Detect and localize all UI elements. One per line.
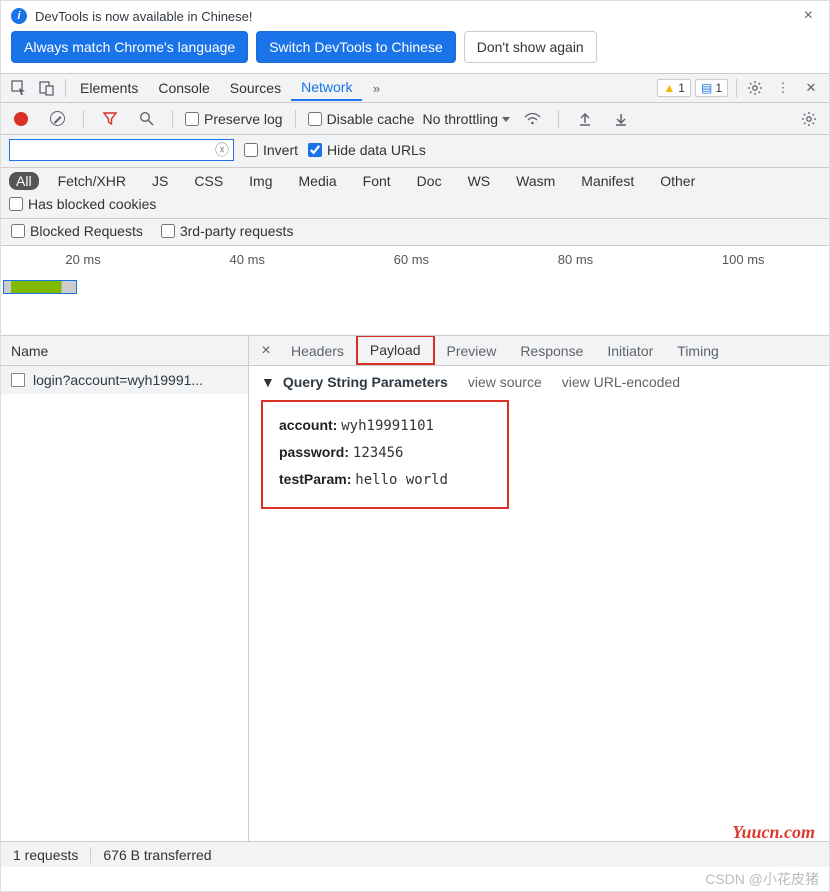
tab-timing[interactable]: Timing (665, 338, 731, 364)
timeline-overview[interactable]: 20 ms 40 ms 60 ms 80 ms 100 ms (1, 246, 829, 336)
upload-icon[interactable] (571, 106, 599, 132)
tab-payload[interactable]: Payload (356, 335, 435, 365)
blocked-requests-checkbox[interactable]: Blocked Requests (11, 223, 143, 239)
type-fetchxhr[interactable]: Fetch/XHR (51, 172, 133, 190)
section-title: Query String Parameters (283, 374, 448, 390)
timeline-request-bar (3, 280, 77, 294)
search-icon[interactable] (132, 106, 160, 132)
type-media[interactable]: Media (292, 172, 344, 190)
tick: 60 ms (394, 252, 429, 267)
messages-badge[interactable]: ▤1 (695, 79, 728, 97)
type-manifest[interactable]: Manifest (574, 172, 641, 190)
clear-icon[interactable] (43, 106, 71, 132)
tab-network[interactable]: Network (291, 75, 362, 101)
view-url-encoded-link[interactable]: view URL-encoded (562, 374, 680, 390)
watermark: Yuucn.com (732, 822, 815, 843)
watermark: CSDN @小花皮猪 (705, 869, 819, 889)
document-icon (11, 373, 25, 387)
kebab-menu-icon[interactable]: ⋮ (769, 75, 797, 101)
param-row: testParam: hello world (279, 466, 491, 493)
divider (736, 79, 737, 97)
network-settings-gear-icon[interactable] (795, 106, 823, 132)
divider (295, 110, 296, 128)
close-details-icon[interactable]: × (253, 342, 279, 360)
divider (90, 847, 91, 863)
tab-initiator[interactable]: Initiator (595, 338, 665, 364)
tab-console[interactable]: Console (148, 76, 219, 100)
section-toggle-icon[interactable]: ▼ (261, 374, 275, 390)
type-font[interactable]: Font (356, 172, 398, 190)
infobar-close-icon[interactable]: × (798, 7, 819, 25)
request-name: login?account=wyh19991... (33, 372, 203, 388)
tab-elements[interactable]: Elements (70, 76, 148, 100)
type-all[interactable]: All (9, 172, 39, 190)
throttling-dropdown[interactable]: No throttling (423, 111, 510, 127)
settings-gear-icon[interactable] (741, 75, 769, 101)
device-toggle-icon[interactable] (33, 75, 61, 101)
tick: 20 ms (65, 252, 100, 267)
tick: 40 ms (230, 252, 265, 267)
infobar-text: DevTools is now available in Chinese! (35, 9, 253, 24)
type-js[interactable]: JS (145, 172, 175, 190)
hide-data-urls-checkbox[interactable]: Hide data URLs (308, 142, 426, 158)
request-row[interactable]: login?account=wyh19991... (1, 366, 248, 394)
status-requests: 1 requests (13, 847, 78, 863)
type-ws[interactable]: WS (461, 172, 498, 190)
filter-funnel-icon[interactable] (96, 106, 124, 132)
name-column-header[interactable]: Name (1, 336, 248, 366)
invert-checkbox[interactable]: Invert (244, 142, 298, 158)
warnings-badge[interactable]: ▲1 (657, 79, 691, 97)
type-other[interactable]: Other (653, 172, 702, 190)
type-wasm[interactable]: Wasm (509, 172, 562, 190)
info-icon: i (11, 8, 27, 24)
tab-response[interactable]: Response (508, 338, 595, 364)
type-css[interactable]: CSS (187, 172, 230, 190)
disable-cache-checkbox[interactable]: Disable cache (308, 111, 415, 127)
divider (172, 110, 173, 128)
divider (558, 110, 559, 128)
download-icon[interactable] (607, 106, 635, 132)
more-tabs-icon[interactable]: » (362, 75, 390, 101)
tab-sources[interactable]: Sources (220, 76, 291, 100)
query-params-box: account: wyh19991101 password: 123456 te… (261, 400, 509, 509)
status-transferred: 676 B transferred (103, 847, 211, 863)
divider (65, 79, 66, 97)
match-language-button[interactable]: Always match Chrome's language (11, 31, 248, 63)
clear-filter-icon[interactable]: ⓧ (215, 140, 229, 160)
view-source-link[interactable]: view source (468, 374, 542, 390)
tab-headers[interactable]: Headers (279, 338, 356, 364)
record-button[interactable] (7, 106, 35, 132)
param-row: account: wyh19991101 (279, 412, 491, 439)
blocked-cookies-checkbox[interactable]: Has blocked cookies (9, 196, 156, 212)
type-doc[interactable]: Doc (410, 172, 449, 190)
tab-preview[interactable]: Preview (435, 338, 509, 364)
tick: 80 ms (558, 252, 593, 267)
preserve-log-checkbox[interactable]: Preserve log (185, 111, 283, 127)
third-party-checkbox[interactable]: 3rd-party requests (161, 223, 294, 239)
wifi-icon[interactable] (518, 106, 546, 132)
param-row: password: 123456 (279, 439, 491, 466)
switch-chinese-button[interactable]: Switch DevTools to Chinese (256, 31, 456, 63)
divider (83, 110, 84, 128)
dismiss-button[interactable]: Don't show again (464, 31, 597, 63)
type-img[interactable]: Img (242, 172, 279, 190)
tick: 100 ms (722, 252, 765, 267)
close-devtools-icon[interactable]: ✕ (797, 75, 825, 101)
inspect-icon[interactable] (5, 75, 33, 101)
filter-input[interactable]: ⓧ (9, 139, 234, 161)
